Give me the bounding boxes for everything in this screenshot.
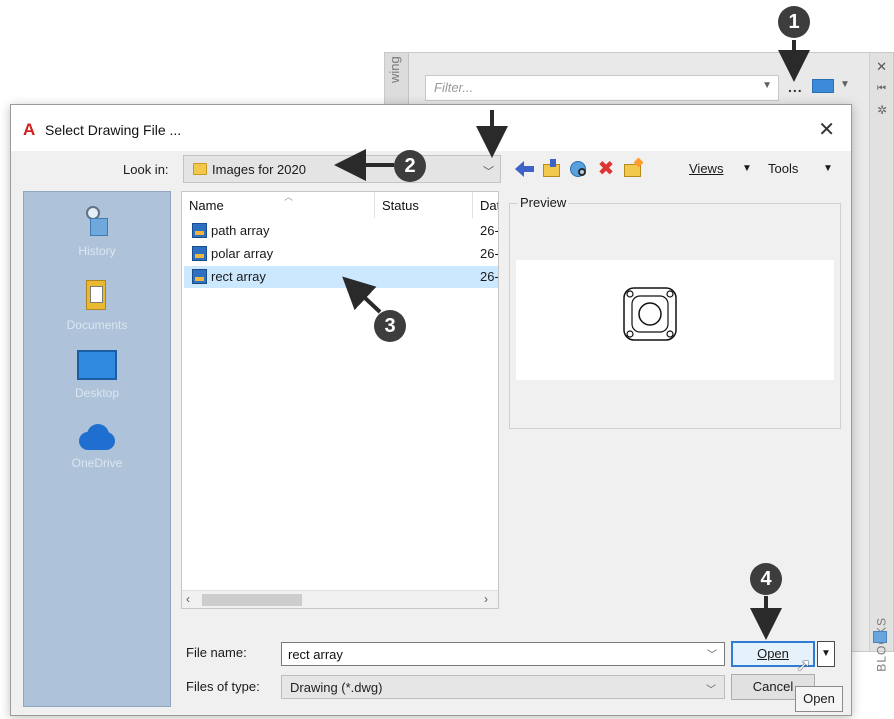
file-name-input[interactable] <box>281 642 725 666</box>
column-divider[interactable] <box>374 192 375 218</box>
gear-icon[interactable]: ✲ <box>877 103 887 117</box>
files-of-type-dropdown[interactable]: Drawing (*.dwg) ﹀ <box>281 675 725 699</box>
files-of-type-label: Files of type: <box>186 679 260 694</box>
file-date: 26- <box>480 246 499 261</box>
autocad-logo-icon: A <box>23 120 36 139</box>
chevron-down-icon[interactable]: ▼ <box>823 163 833 174</box>
rect-array-drawing-icon <box>623 287 677 341</box>
thumbnail-view-icon[interactable] <box>812 79 834 93</box>
place-history[interactable]: History <box>24 206 170 258</box>
palette-title-strip: ✕ ⏮ ✲ BLOCKS <box>869 53 893 672</box>
blocks-palette-label: BLOCKS <box>875 617 889 672</box>
onedrive-icon <box>75 424 119 450</box>
look-in-dropdown[interactable]: Images for 2020 ﹀ <box>183 155 501 183</box>
scroll-right-icon[interactable]: › <box>484 592 488 606</box>
open-options-dropdown[interactable]: ▼ <box>817 641 835 667</box>
file-row-selected[interactable]: rect array 26- <box>184 266 499 288</box>
file-name-label: File name: <box>186 645 247 660</box>
close-button[interactable]: ✕ <box>818 117 835 142</box>
look-in-value: Images for 2020 <box>212 162 306 177</box>
file-row[interactable]: polar array 26- <box>184 243 499 265</box>
place-label: Desktop <box>74 386 120 400</box>
horizontal-scrollbar[interactable]: ‹ › <box>182 590 498 608</box>
place-documents[interactable]: Documents <box>24 278 170 332</box>
dwg-file-icon <box>192 223 207 238</box>
chevron-down-icon[interactable]: ▼ <box>742 163 752 174</box>
delete-icon[interactable]: ✖ <box>596 159 616 179</box>
files-of-type-value: Drawing (*.dwg) <box>290 680 383 695</box>
preview-label: Preview <box>518 195 569 210</box>
palette-icon[interactable] <box>873 631 887 643</box>
filter-placeholder: Filter... <box>434 80 474 95</box>
chevron-down-icon[interactable]: ﹀ <box>707 646 717 661</box>
chevron-down-icon[interactable]: ▼ <box>840 79 850 90</box>
folder-icon <box>193 163 207 175</box>
dwg-file-icon <box>192 246 207 261</box>
callout-badge-4: 4 <box>750 563 782 595</box>
callout-badge-1: 1 <box>778 6 810 38</box>
place-onedrive[interactable]: OneDrive <box>24 424 170 470</box>
collapse-icon[interactable]: ⏮ <box>877 83 886 94</box>
mouse-cursor-icon: ➚ <box>796 655 812 675</box>
place-label: Documents <box>66 318 128 332</box>
history-icon <box>84 206 110 238</box>
desktop-icon <box>77 350 117 380</box>
file-date: 26- <box>480 269 499 284</box>
file-name: polar array <box>211 246 274 261</box>
select-drawing-file-dialog: A Select Drawing File ... ✕ Look in: Ima… <box>10 104 852 716</box>
places-bar: History Documents Desktop OneDrive <box>23 191 171 707</box>
column-header-date[interactable]: Dat <box>480 198 498 213</box>
place-label: OneDrive <box>71 456 123 470</box>
browse-ellipsis-button[interactable]: ... <box>788 79 803 95</box>
chevron-down-icon[interactable]: ﹀ <box>483 163 494 179</box>
file-name: path array <box>211 223 270 238</box>
up-one-level-icon[interactable] <box>542 159 562 179</box>
callout-badge-3: 3 <box>374 310 406 342</box>
chevron-down-icon[interactable]: ﹀ <box>706 681 716 696</box>
search-web-icon[interactable] <box>569 159 589 179</box>
look-in-label: Look in: <box>123 162 169 177</box>
sort-ascending-icon: ︿ <box>284 192 294 202</box>
preview-group: Preview <box>509 195 841 429</box>
callout-badge-2: 2 <box>394 150 426 182</box>
file-date: 26- <box>480 223 499 238</box>
palette-side-label: wing <box>387 56 402 83</box>
place-label: History <box>78 244 116 258</box>
create-new-folder-icon[interactable] <box>623 157 644 179</box>
preview-image <box>516 260 834 380</box>
dwg-file-icon <box>192 269 207 284</box>
file-row[interactable]: path array 26- <box>184 220 499 242</box>
tools-menu[interactable]: Tools <box>768 161 798 176</box>
title-bar: A Select Drawing File ... ✕ <box>11 105 851 151</box>
column-divider[interactable] <box>472 192 473 218</box>
views-menu[interactable]: Views <box>689 161 723 176</box>
scroll-left-icon[interactable]: ‹ <box>186 592 190 606</box>
filter-input[interactable]: Filter... ▼ <box>425 75 779 101</box>
file-list[interactable]: ︿ Name Status Dat path array 26- polar a… <box>181 191 499 609</box>
scroll-thumb[interactable] <box>202 594 302 606</box>
chevron-down-icon[interactable]: ▼ <box>762 80 772 91</box>
column-header-status[interactable]: Status <box>382 198 419 213</box>
dialog-title: Select Drawing File ... <box>45 122 182 138</box>
back-arrow-icon[interactable] <box>515 159 535 179</box>
column-header-name[interactable]: Name <box>189 198 224 213</box>
close-icon[interactable]: ✕ <box>876 59 887 75</box>
documents-icon <box>86 278 108 312</box>
file-name: rect array <box>211 269 266 284</box>
place-desktop[interactable]: Desktop <box>24 350 170 400</box>
open-tooltip: Open <box>795 686 843 712</box>
